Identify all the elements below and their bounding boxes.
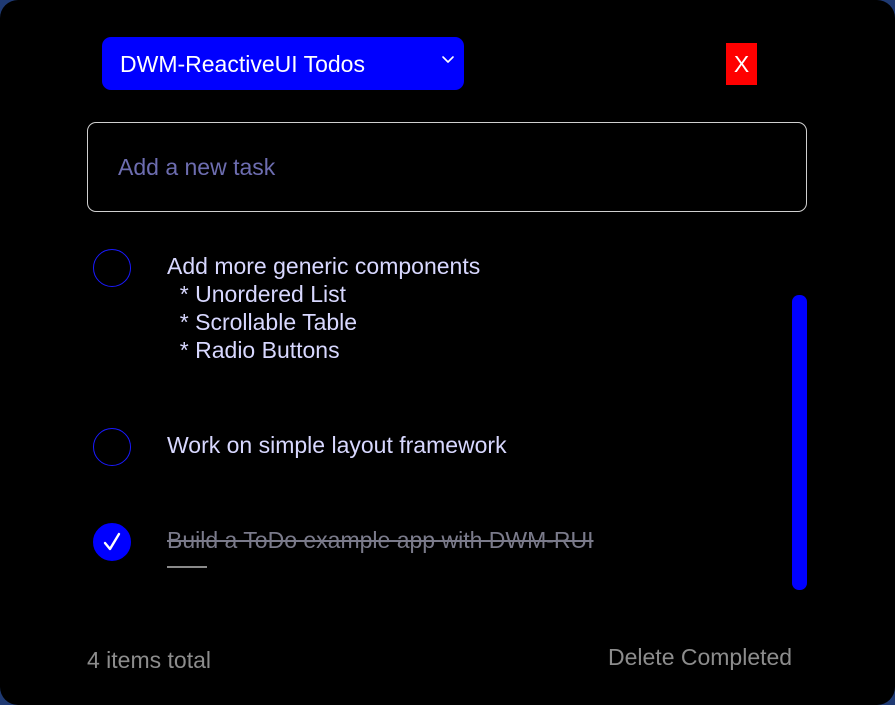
todo-checkbox[interactable]	[93, 249, 131, 287]
list-select[interactable]: DWM-ReactiveUI Todos	[102, 37, 464, 90]
todo-item: Build a ToDo example app with DWM-RUI	[87, 517, 767, 577]
items-count: 4 items total	[87, 647, 211, 673]
todo-text[interactable]: Work on simple layout framework	[167, 431, 507, 459]
todo-text[interactable]: Build a ToDo example app with DWM-RUI	[167, 526, 594, 554]
todo-item: Add more generic components * Unordered …	[87, 232, 767, 382]
todo-item: Work on simple layout framework	[87, 422, 767, 472]
todo-list: Add more generic components * Unordered …	[87, 232, 787, 602]
todo-checkbox-checked[interactable]	[93, 523, 131, 561]
todo-window: DWM-ReactiveUI Todos X Add more generic …	[0, 0, 895, 705]
delete-completed-button[interactable]: Delete Completed	[608, 644, 792, 671]
edit-underline	[167, 566, 207, 568]
chevron-down-icon	[442, 56, 454, 63]
new-task-input[interactable]	[87, 122, 807, 212]
scrollbar-thumb[interactable]	[792, 295, 807, 590]
todo-text[interactable]: Add more generic components * Unordered …	[167, 252, 480, 364]
close-button[interactable]: X	[726, 43, 757, 85]
checkmark-icon	[103, 532, 121, 551]
list-select-label: DWM-ReactiveUI Todos	[120, 51, 365, 77]
todo-checkbox[interactable]	[93, 428, 131, 466]
